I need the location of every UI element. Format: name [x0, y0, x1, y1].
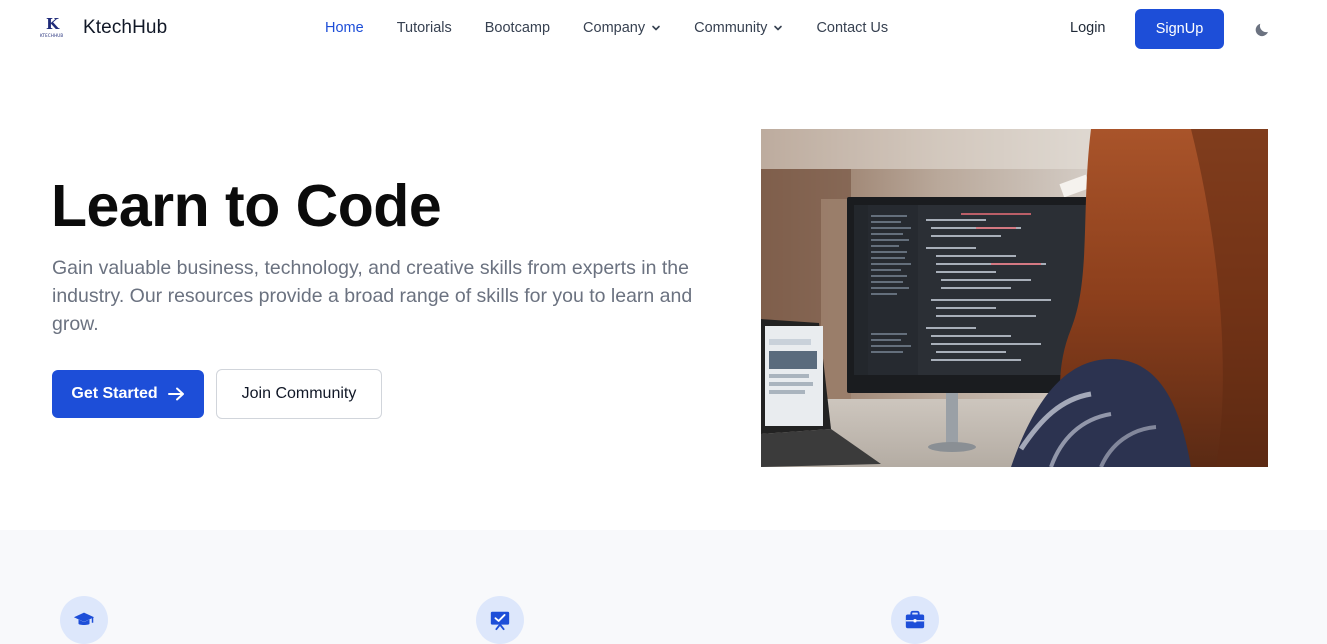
- chevron-down-icon: [774, 25, 783, 31]
- nav-item-label: Home: [325, 20, 364, 36]
- moon-icon[interactable]: [1254, 20, 1272, 38]
- hero-title: Learn to Code: [51, 173, 442, 239]
- presentation-check-icon: [490, 611, 510, 631]
- nav-item-company[interactable]: Company: [583, 20, 661, 36]
- get-started-label: Get Started: [71, 385, 158, 402]
- nav-item-home[interactable]: Home: [325, 20, 364, 36]
- hero-description: Gain valuable business, technology, and …: [52, 257, 693, 335]
- nav-item-label: Community: [694, 20, 768, 36]
- nav-item-label: Company: [583, 20, 646, 36]
- feature-icon-training: [476, 596, 524, 644]
- navbar: K KTECHHUB KtechHub Home Tutorials Bootc…: [0, 0, 1327, 58]
- nav-item-community[interactable]: Community: [694, 20, 783, 36]
- logo-subtext: KTECHHUB: [40, 33, 64, 38]
- nav-item-label: Bootcamp: [484, 20, 551, 36]
- nav-item-label: Contact Us: [816, 20, 889, 36]
- feature-icon-education: [60, 596, 108, 644]
- features-section: [0, 530, 1327, 644]
- logo-icon: K KTECHHUB: [40, 15, 68, 39]
- logo-letter: K: [46, 15, 60, 33]
- graduation-cap-icon: [73, 612, 95, 626]
- arrow-right-icon: [167, 387, 184, 401]
- login-link[interactable]: Login: [1070, 20, 1105, 36]
- coding-photo-illustration: [761, 129, 1268, 467]
- briefcase-icon: [905, 610, 925, 629]
- main-nav: Home Tutorials Bootcamp Company Communit…: [325, 20, 888, 36]
- nav-item-label: Tutorials: [396, 20, 452, 36]
- nav-item-tutorials[interactable]: Tutorials: [397, 20, 452, 36]
- brand-logo[interactable]: K KTECHHUB KtechHub: [40, 15, 168, 39]
- get-started-button[interactable]: Get Started: [52, 370, 204, 418]
- nav-item-bootcamp[interactable]: Bootcamp: [485, 20, 550, 36]
- hero-image: [761, 129, 1268, 467]
- nav-item-contact-us[interactable]: Contact Us: [816, 20, 888, 36]
- join-community-button[interactable]: Join Community: [216, 369, 382, 419]
- signup-button[interactable]: SignUp: [1135, 9, 1224, 49]
- brand-name: KtechHub: [83, 17, 168, 38]
- feature-icon-career: [891, 596, 939, 644]
- chevron-down-icon: [652, 25, 660, 31]
